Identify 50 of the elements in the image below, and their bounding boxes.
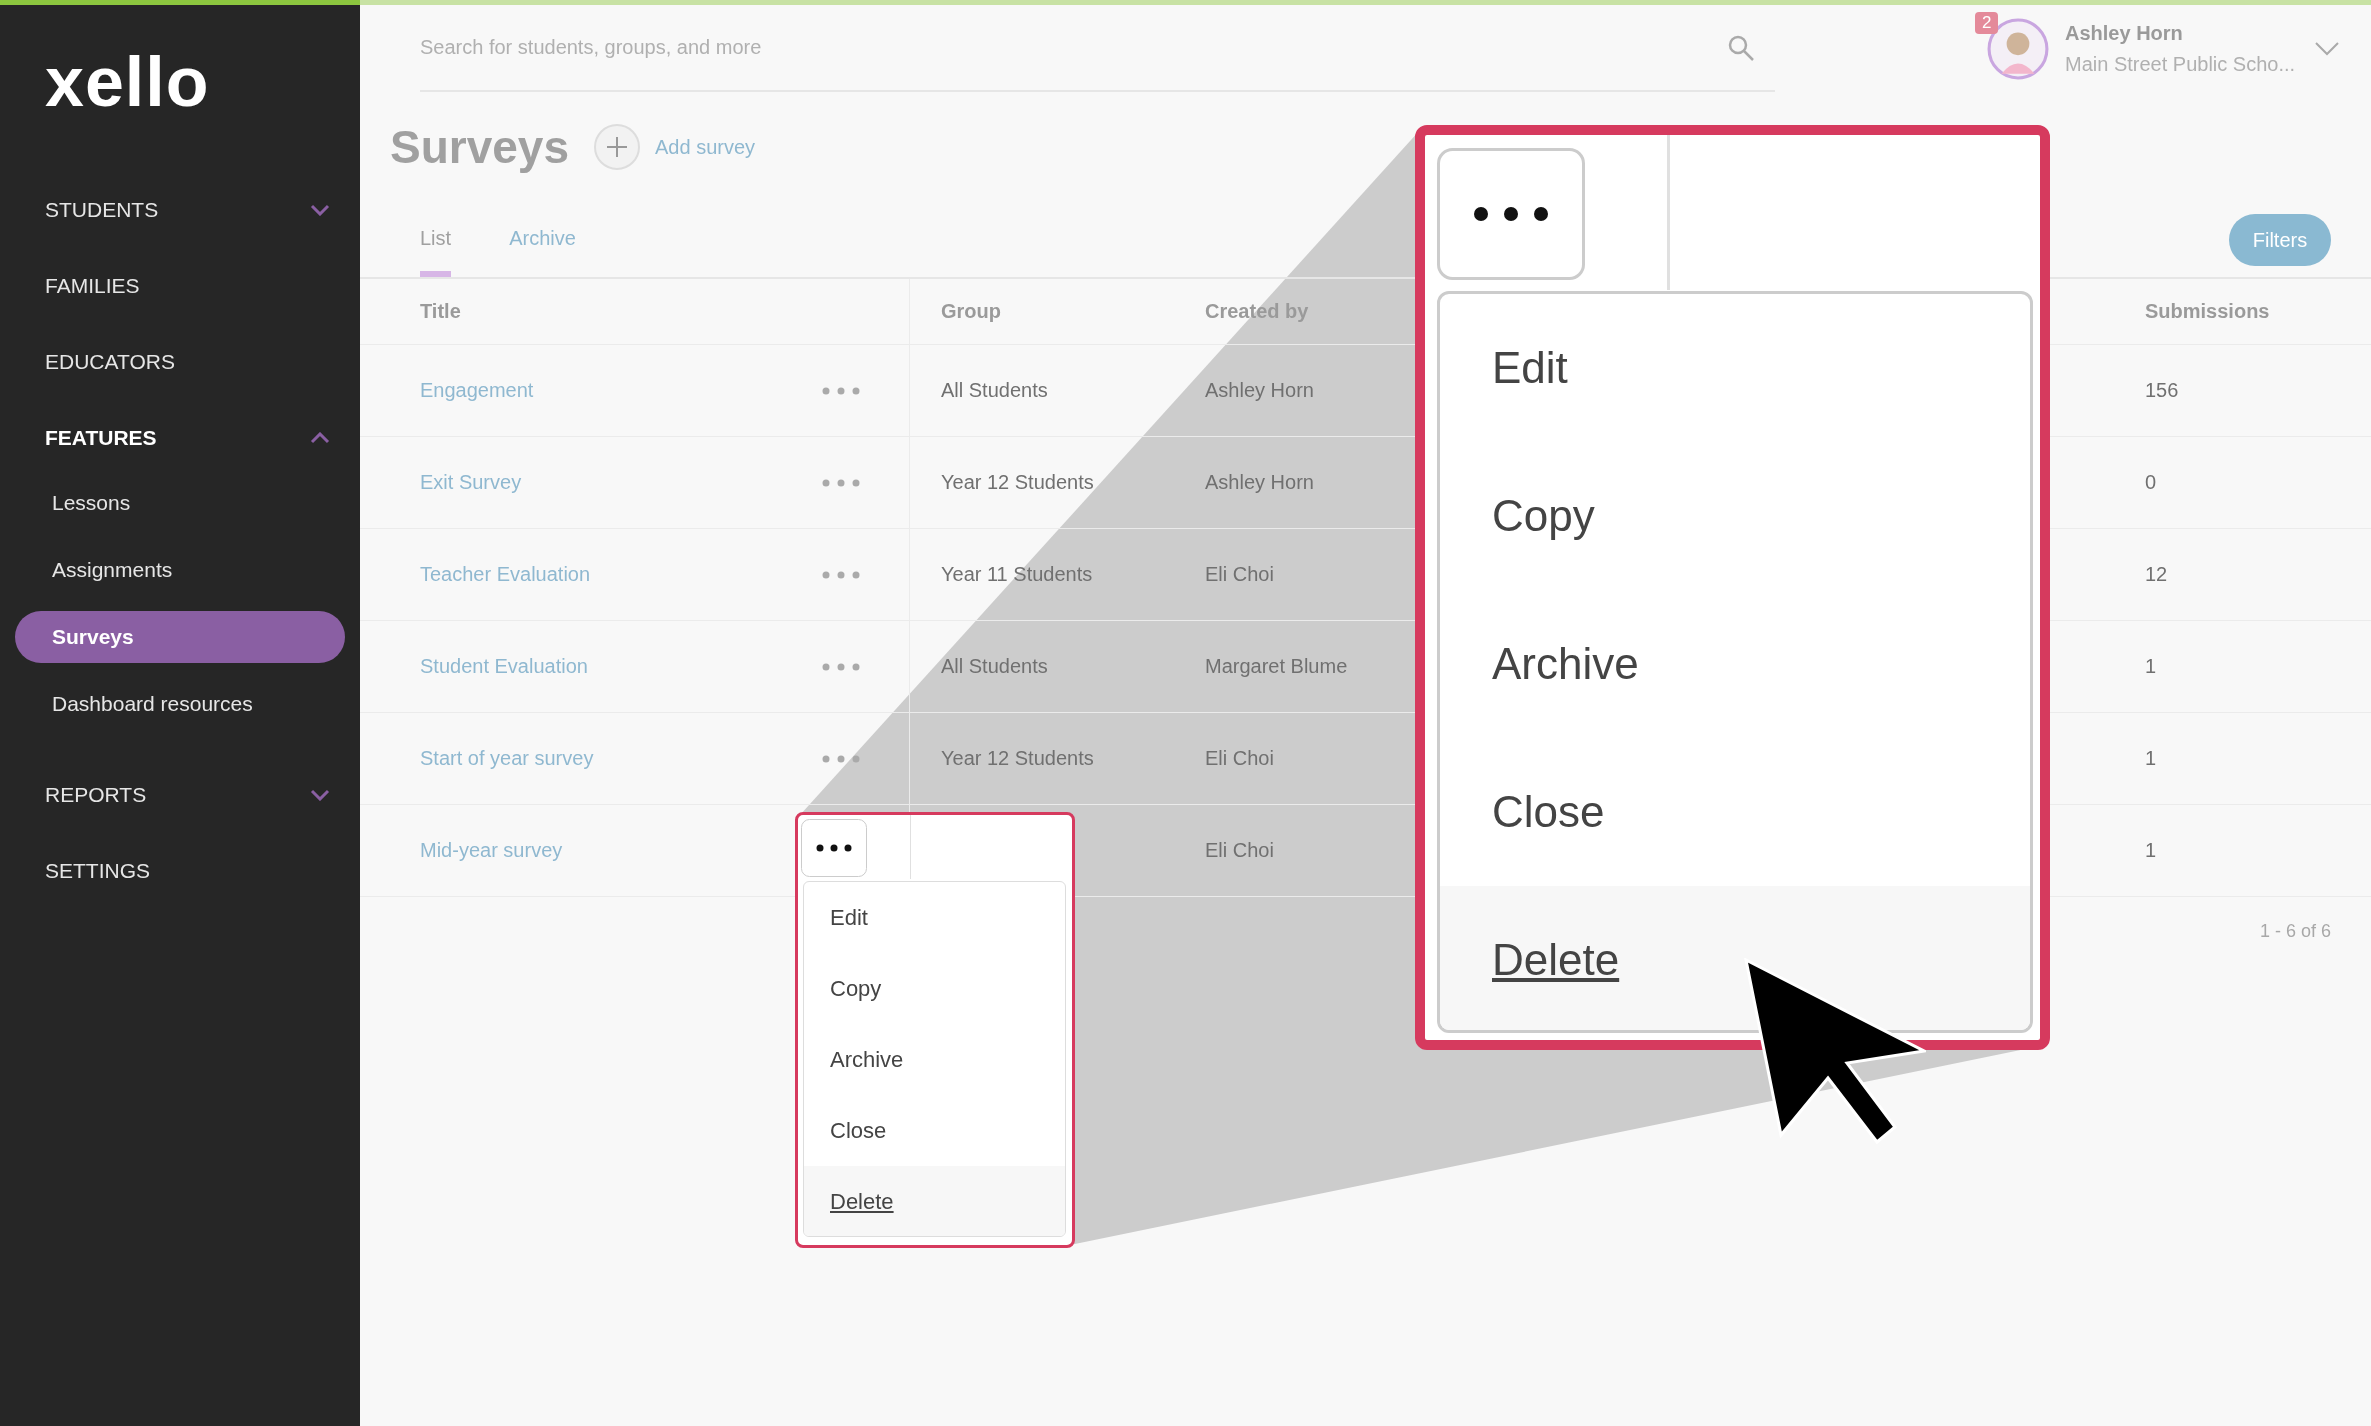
table-cell: Year 11 Students xyxy=(941,563,1093,586)
column-header: Group xyxy=(940,299,1002,324)
more-icon[interactable] xyxy=(821,569,861,580)
table-cell: 1 xyxy=(2145,839,2157,862)
menu-item[interactable]: Archive xyxy=(804,1024,1065,1095)
menu-item[interactable]: Edit xyxy=(804,882,1065,953)
more-button[interactable] xyxy=(801,819,867,877)
table-cell: Ashley Horn xyxy=(1205,471,1314,494)
more-icon[interactable] xyxy=(821,753,861,764)
table-cell: 12 xyxy=(2145,563,2168,586)
nav-subitem[interactable]: Lessons xyxy=(15,477,345,529)
add-icon[interactable] xyxy=(593,123,641,171)
table-cell: 1 xyxy=(2145,747,2157,770)
nav-item[interactable]: EDUCATORS xyxy=(0,324,360,400)
logo[interactable]: xello xyxy=(0,5,360,130)
table-cell: Year 12 Students xyxy=(941,471,1094,494)
nav-item[interactable]: FAMILIES xyxy=(0,248,360,324)
more-icon[interactable] xyxy=(821,661,861,672)
nav-subitem[interactable]: Surveys xyxy=(15,611,345,663)
user-name: Ashley Horn xyxy=(2065,21,2184,45)
table-cell: Eli Choi xyxy=(1205,839,1274,862)
more-icon[interactable] xyxy=(821,385,861,396)
table-cell: 0 xyxy=(2145,471,2157,494)
pagination-text: 1 - 6 of 6 xyxy=(2259,921,2331,942)
nav-item[interactable]: STUDENTS xyxy=(0,172,360,248)
column-header: Submissions xyxy=(2144,299,2271,324)
table-cell: 1 xyxy=(2145,655,2157,678)
nav-subitem[interactable]: Dashboard resources xyxy=(15,678,345,730)
table-cell: Eli Choi xyxy=(1205,563,1274,586)
notification-badge: 2 xyxy=(1975,11,1999,34)
table-cell: All Students xyxy=(941,655,1048,678)
search-icon[interactable] xyxy=(1727,33,1755,62)
more-icon[interactable] xyxy=(821,477,861,488)
table-cell: All Students xyxy=(941,379,1048,402)
table-cell: Year 12 Students xyxy=(941,747,1094,770)
table-cell: 156 xyxy=(2145,379,2179,402)
table-cell: Ashley Horn xyxy=(1205,379,1314,402)
chevron-icon[interactable] xyxy=(2315,41,2340,56)
menu-item[interactable]: Delete xyxy=(804,1166,1065,1236)
nav-subitem[interactable]: Assignments xyxy=(15,544,345,596)
nav-item[interactable]: REPORTS xyxy=(0,757,360,833)
nav-item[interactable]: SETTINGS xyxy=(0,833,360,909)
column-header: Title xyxy=(360,279,910,344)
menu-item[interactable]: Copy xyxy=(804,953,1065,1024)
table-cell: Eli Choi xyxy=(1205,747,1274,770)
page-title: Surveys xyxy=(390,120,569,174)
nav-item[interactable]: FEATURES xyxy=(0,400,360,476)
table-cell: Margaret Blume xyxy=(1205,655,1348,678)
menu-item[interactable]: Close xyxy=(804,1095,1065,1166)
school-name: Main Street Public Scho... xyxy=(2065,52,2296,76)
